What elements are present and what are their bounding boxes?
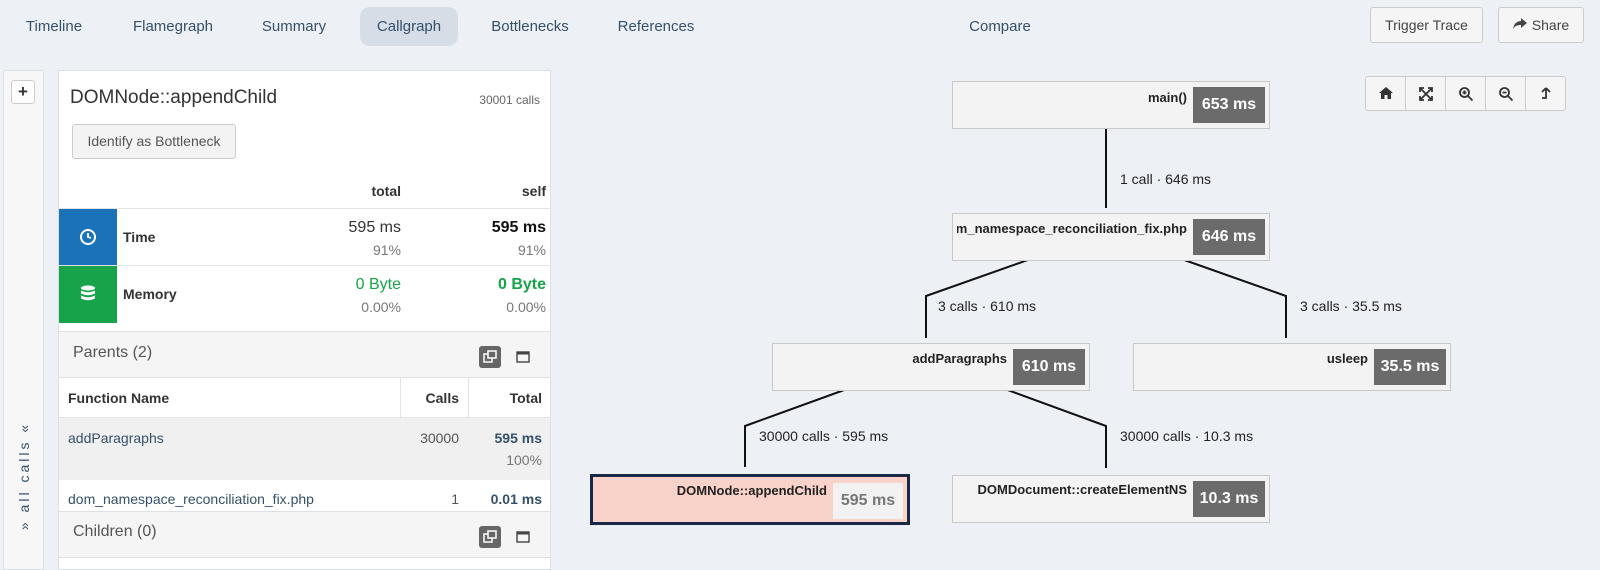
time-metric-row: Time 595 ms 91% 595 ms 91% bbox=[59, 208, 550, 266]
time-self-percent: 91% bbox=[517, 242, 546, 258]
col-total: Total bbox=[509, 390, 542, 406]
zoom-out-icon[interactable] bbox=[1486, 77, 1526, 110]
calls-sidebar: + » all calls « bbox=[3, 70, 44, 570]
callgraph-canvas[interactable]: 1 call · 646 ms 3 calls · 610 ms 3 calls… bbox=[570, 56, 1600, 570]
node-time: 610 ms bbox=[1013, 349, 1085, 385]
clock-icon bbox=[59, 209, 117, 266]
node-label: DOMDocument::createElementNS bbox=[977, 482, 1188, 497]
parents-title: Parents (2) bbox=[73, 344, 153, 361]
self-column-header: self bbox=[521, 183, 546, 199]
parent-function-name[interactable]: dom_namespace_reconciliation_fix.php bbox=[68, 491, 314, 507]
total-column-header: total bbox=[371, 183, 401, 199]
home-icon[interactable] bbox=[1366, 77, 1406, 110]
calls-count: 30001 calls bbox=[479, 93, 540, 107]
tab-flamegraph[interactable]: Flamegraph bbox=[120, 7, 226, 46]
expand-plus-button[interactable]: + bbox=[11, 80, 35, 104]
share-button[interactable]: Share bbox=[1498, 7, 1584, 43]
edge-script-addparagraphs bbox=[925, 255, 1040, 338]
memory-self-percent: 0.00% bbox=[506, 299, 546, 315]
edge-label: 30000 calls · 10.3 ms bbox=[1120, 428, 1254, 444]
table-row[interactable]: dom_namespace_reconciliation_fix.php 1 0… bbox=[59, 480, 550, 511]
database-icon bbox=[59, 266, 117, 323]
parent-calls: 1 bbox=[451, 491, 459, 507]
table-row[interactable]: addParagraphs 30000 595 ms 100% bbox=[59, 418, 550, 480]
edge-addparagraphs-appendchild bbox=[744, 384, 859, 467]
fit-icon[interactable] bbox=[1406, 77, 1446, 110]
memory-total-percent: 0.00% bbox=[361, 299, 401, 315]
children-title: Children (0) bbox=[73, 523, 157, 540]
tab-bottlenecks[interactable]: Bottlenecks bbox=[478, 7, 582, 46]
tab-references[interactable]: References bbox=[606, 7, 706, 46]
memory-total-value: 0 Byte bbox=[355, 276, 401, 293]
parents-table-header: Function Name Calls Total bbox=[59, 378, 550, 418]
identify-bottleneck-button[interactable]: Identify as Bottleneck bbox=[72, 124, 236, 159]
tab-timeline[interactable]: Timeline bbox=[10, 7, 98, 46]
node-label: addParagraphs bbox=[912, 351, 1007, 366]
graph-node-addparagraphs[interactable]: addParagraphs 610 ms bbox=[772, 343, 1090, 391]
time-metric-label: Time bbox=[123, 229, 156, 245]
parent-total: 595 ms bbox=[494, 430, 542, 446]
tab-callgraph[interactable]: Callgraph bbox=[360, 7, 458, 46]
node-label: DOMNode::appendChild bbox=[676, 483, 827, 498]
all-calls-label: » all calls « bbox=[16, 421, 32, 531]
graph-node-main[interactable]: main() 653 ms bbox=[952, 81, 1270, 129]
parent-total: 0.01 ms bbox=[490, 491, 542, 507]
tab-compare[interactable]: Compare bbox=[952, 7, 1048, 46]
node-label: m_namespace_reconciliation_fix.php bbox=[957, 221, 1187, 236]
top-navigation: Timeline Flamegraph Summary Callgraph Bo… bbox=[0, 0, 1600, 52]
edge-label: 1 call · 646 ms bbox=[1120, 171, 1212, 187]
edge-label: 30000 calls · 595 ms bbox=[759, 428, 889, 444]
node-label: usleep bbox=[1326, 351, 1368, 366]
col-function-name: Function Name bbox=[68, 390, 170, 406]
node-time: 10.3 ms bbox=[1193, 481, 1265, 517]
graph-toolbar bbox=[1365, 76, 1566, 111]
all-calls-toggle[interactable]: » all calls « bbox=[10, 411, 38, 541]
graph-node-createelementns[interactable]: DOMDocument::createElementNS 10.3 ms bbox=[952, 475, 1270, 523]
node-label: main() bbox=[1148, 90, 1187, 105]
edge-addparagraphs-createelementns bbox=[993, 384, 1107, 468]
node-time: 35.5 ms bbox=[1374, 349, 1446, 385]
zoom-in-icon[interactable] bbox=[1446, 77, 1486, 110]
function-title: DOMNode::appendChild bbox=[70, 87, 278, 108]
share-label: Share bbox=[1531, 17, 1570, 33]
parent-total-percent: 100% bbox=[506, 452, 542, 468]
time-total-value: 595 ms bbox=[348, 219, 401, 236]
graph-node-appendchild[interactable]: DOMNode::appendChild 595 ms bbox=[590, 474, 910, 525]
children-popout-icon[interactable] bbox=[479, 526, 501, 548]
node-time: 653 ms bbox=[1193, 87, 1265, 123]
edge-label: 3 calls · 610 ms bbox=[938, 298, 1037, 314]
function-detail-panel: DOMNode::appendChild 30001 calls Identif… bbox=[58, 70, 551, 570]
time-self-value: 595 ms bbox=[491, 219, 546, 236]
node-time: 646 ms bbox=[1193, 219, 1265, 255]
trigger-trace-button[interactable]: Trigger Trace bbox=[1370, 7, 1483, 43]
edge-label: 3 calls · 35.5 ms bbox=[1300, 298, 1402, 314]
memory-self-value: 0 Byte bbox=[497, 276, 546, 293]
memory-metric-label: Memory bbox=[123, 286, 177, 302]
parents-popout-icon[interactable] bbox=[479, 346, 501, 368]
parent-function-name[interactable]: addParagraphs bbox=[68, 430, 164, 446]
col-calls: Calls bbox=[425, 390, 459, 406]
children-maximize-icon[interactable] bbox=[512, 526, 534, 548]
time-total-percent: 91% bbox=[372, 242, 401, 258]
up-icon[interactable] bbox=[1526, 77, 1566, 110]
node-time: 595 ms bbox=[833, 483, 903, 519]
children-section-header: Children (0) bbox=[59, 511, 550, 558]
graph-node-usleep[interactable]: usleep 35.5 ms bbox=[1133, 343, 1451, 391]
parents-maximize-icon[interactable] bbox=[512, 346, 534, 368]
parents-section-header: Parents (2) bbox=[59, 331, 550, 378]
tab-summary[interactable]: Summary bbox=[248, 7, 340, 46]
share-icon bbox=[1512, 8, 1527, 42]
memory-metric-row: Memory 0 Byte 0.00% 0 Byte 0.00% bbox=[59, 265, 550, 323]
parent-calls: 30000 bbox=[420, 430, 459, 446]
edge-script-usleep bbox=[1172, 255, 1287, 338]
graph-node-script[interactable]: m_namespace_reconciliation_fix.php 646 m… bbox=[952, 213, 1270, 261]
